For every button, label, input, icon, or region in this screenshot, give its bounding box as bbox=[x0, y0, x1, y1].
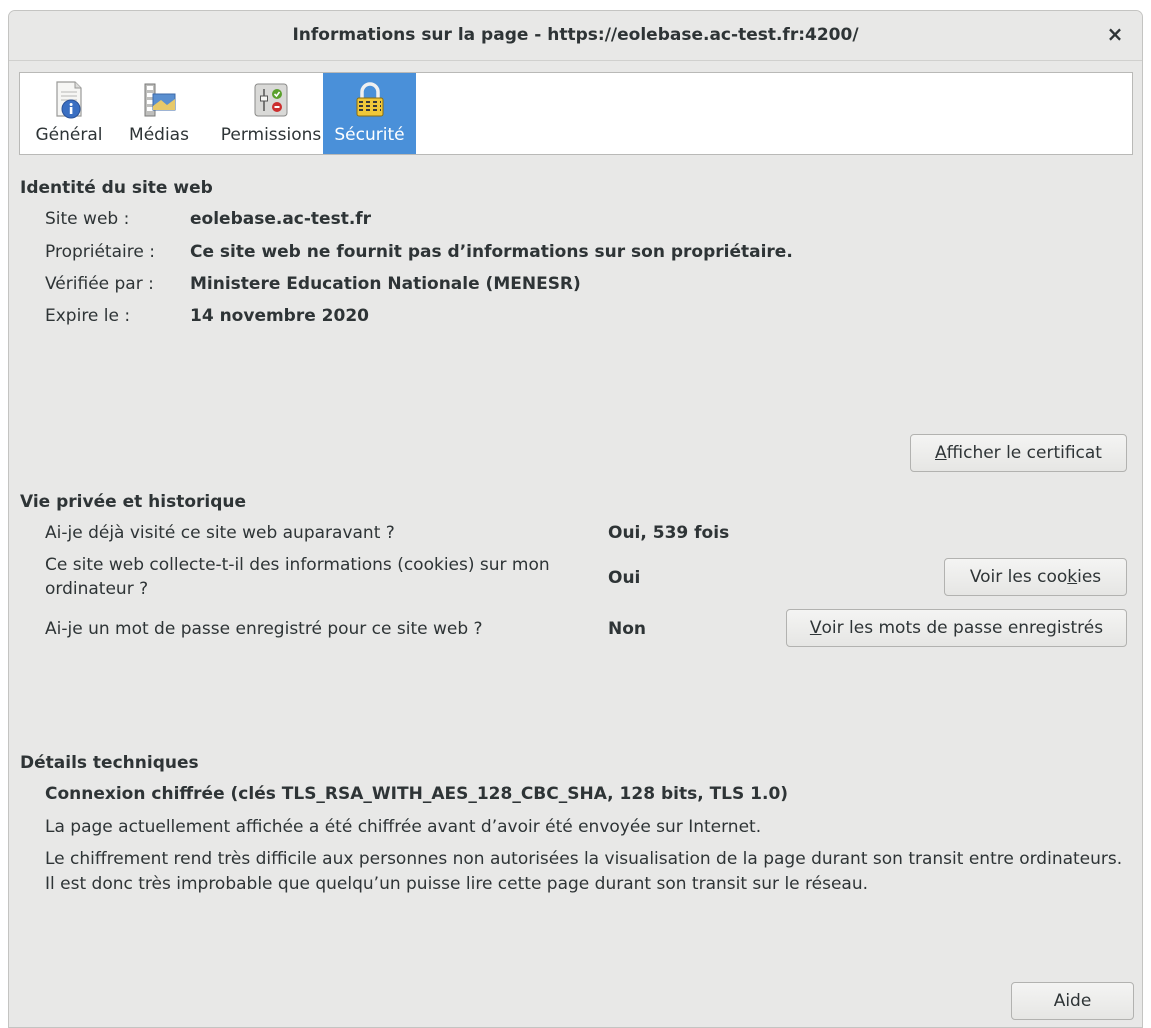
cookies-question: Ce site web collecte-t-il des informatio… bbox=[45, 555, 550, 599]
button-accelerator: V bbox=[809, 618, 822, 638]
expires-label: Expire le : bbox=[45, 306, 131, 326]
connection-summary: Connexion chiffrée (clés TLS_RSA_WITH_AE… bbox=[45, 784, 789, 804]
tab-general[interactable]: Général bbox=[23, 73, 115, 154]
verified-by-value: Ministere Education Nationale (MENESR) bbox=[190, 274, 581, 294]
title-bar[interactable]: Informations sur la page - https://eoleb… bbox=[9, 11, 1142, 61]
tab-toolbar: Général Médias Permissions Sécurité bbox=[19, 72, 1133, 155]
lock-icon bbox=[356, 82, 383, 117]
tab-label: Sécurité bbox=[334, 125, 405, 145]
permissions-icon bbox=[254, 83, 288, 117]
website-label: Site web : bbox=[45, 209, 130, 229]
cookies-answer: Oui bbox=[608, 568, 641, 588]
identity-section-title: Identité du site web bbox=[20, 178, 213, 198]
visited-question: Ai-je déjà visité ce site web auparavant… bbox=[45, 523, 395, 543]
password-answer: Non bbox=[608, 619, 647, 639]
technical-section-title: Détails techniques bbox=[20, 753, 199, 773]
view-saved-passwords-button[interactable]: Voir les mots de passe enregistrés bbox=[786, 609, 1127, 647]
view-certificate-button[interactable]: Afficher le certificat bbox=[910, 434, 1127, 472]
close-icon[interactable]: × bbox=[1104, 23, 1126, 45]
privacy-section-title: Vie privée et historique bbox=[20, 492, 247, 512]
button-label-part: ies bbox=[1077, 567, 1102, 587]
window-title: Informations sur la page - https://eoleb… bbox=[292, 25, 859, 45]
tab-label: Général bbox=[35, 125, 103, 145]
tab-label: Médias bbox=[129, 125, 189, 145]
button-accelerator: A bbox=[935, 443, 947, 463]
button-label-part: Voir les coo bbox=[969, 567, 1068, 587]
owner-label: Propriétaire : bbox=[45, 242, 155, 262]
media-icon bbox=[144, 83, 176, 117]
tab-security[interactable]: Sécurité bbox=[323, 73, 416, 154]
owner-value: Ce site web ne fournit pas d’information… bbox=[190, 242, 793, 262]
tab-permissions[interactable]: Permissions bbox=[213, 73, 329, 154]
expires-value: 14 novembre 2020 bbox=[190, 306, 369, 326]
password-question: Ai-je un mot de passe enregistré pour ce… bbox=[45, 619, 483, 639]
view-cookies-button[interactable]: Voir les coo k ies bbox=[944, 558, 1127, 596]
button-accelerator: k bbox=[1067, 567, 1078, 587]
visited-answer: Oui, 539 fois bbox=[608, 523, 730, 543]
verified-by-label: Vérifiée par : bbox=[45, 274, 154, 294]
button-label-part: oir les mots de passe enregistrés bbox=[821, 618, 1104, 638]
encryption-description-2: Le chiffrement rend très difficile aux p… bbox=[45, 849, 1123, 894]
help-button[interactable]: Aide bbox=[1011, 982, 1134, 1020]
page-info-dialog: Informations sur la page - https://eoleb… bbox=[8, 10, 1143, 1028]
website-value: eolebase.ac-test.fr bbox=[190, 209, 372, 229]
button-label-part: fficher le certificat bbox=[946, 443, 1102, 463]
tab-media[interactable]: Médias bbox=[121, 73, 197, 154]
general-info-icon bbox=[56, 81, 82, 119]
encryption-description-1: La page actuellement affichée a été chif… bbox=[45, 817, 762, 837]
tab-label: Permissions bbox=[220, 125, 322, 145]
